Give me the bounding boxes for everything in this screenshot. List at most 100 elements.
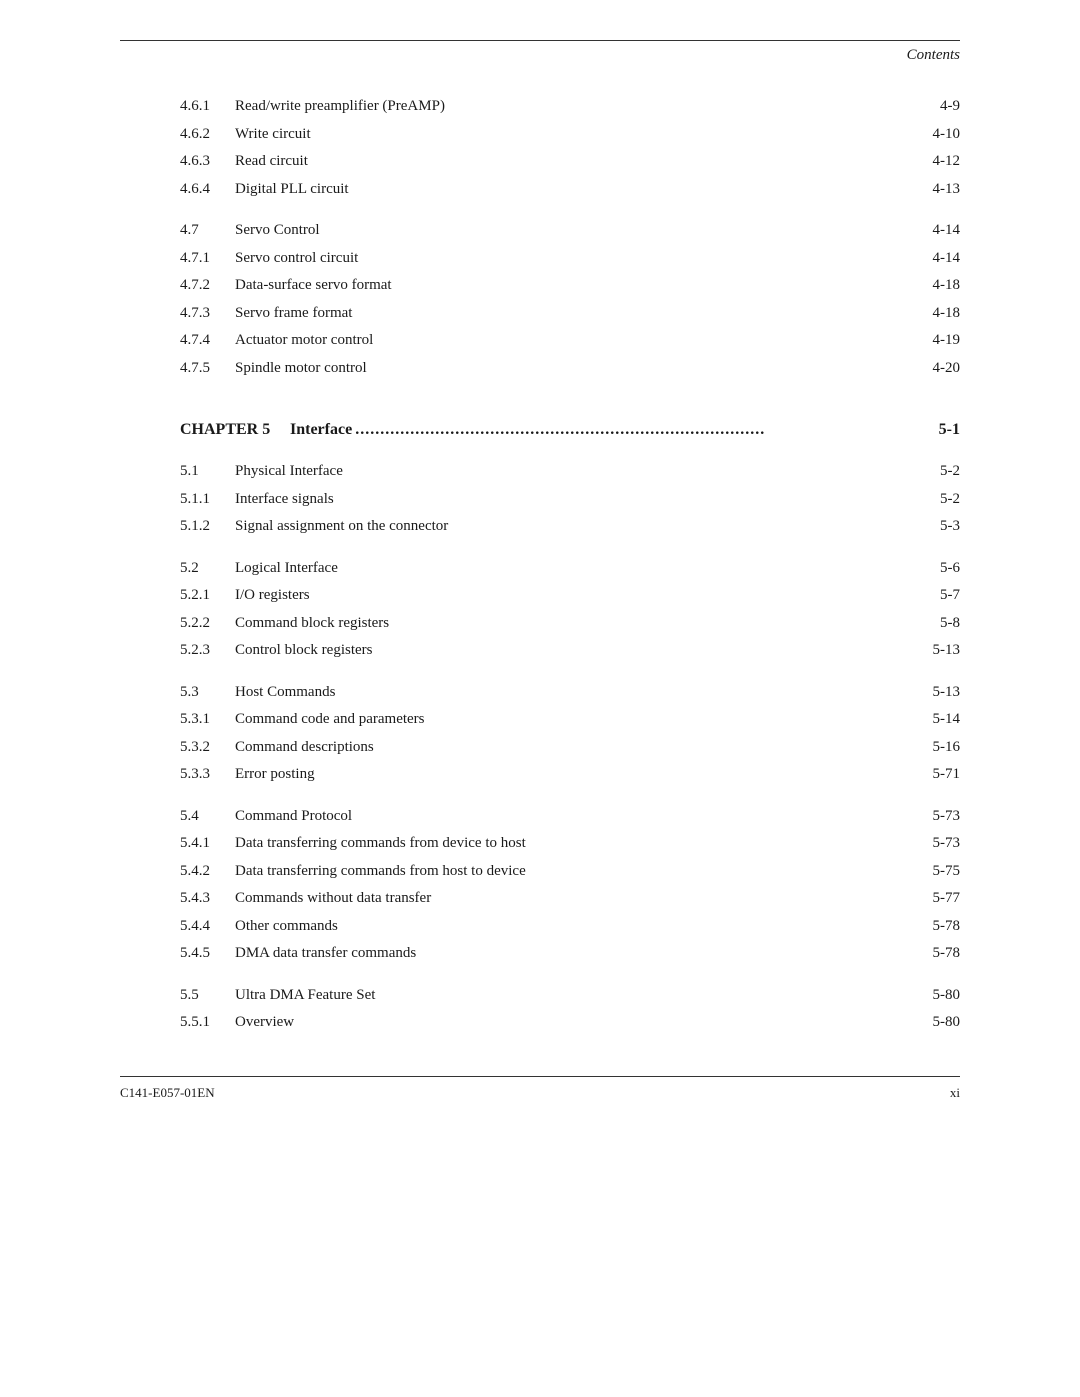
- section-label-541: Data transferring commands from device t…: [235, 831, 925, 857]
- spacer-6: [180, 790, 960, 804]
- page-num-463: 4-12: [933, 149, 961, 175]
- page-container: Contents 4.6.1 Read/write preamplifier (…: [0, 0, 1080, 1397]
- toc-entry-463: 4.6.3 Read circuit 4-12: [180, 149, 960, 175]
- chapter5-dots: ........................................…: [352, 421, 938, 439]
- page-num-55: 5-80: [933, 983, 961, 1009]
- section-label-551: Overview: [235, 1010, 925, 1036]
- page-num-511: 5-2: [940, 487, 960, 513]
- section-label-464: Digital PLL circuit: [235, 177, 925, 203]
- header-row: Contents: [120, 41, 960, 74]
- toc-entry-474: 4.7.4 Actuator motor control 4-19: [180, 328, 960, 354]
- page-num-464: 4-13: [933, 177, 961, 203]
- section-num-55: 5.5: [180, 983, 235, 1009]
- section-num-462: 4.6.2: [180, 122, 235, 148]
- toc-entry-55: 5.5 Ultra DMA Feature Set 5-80: [180, 983, 960, 1009]
- chapter5-label: Interface: [290, 421, 352, 439]
- toc-entry-541: 5.4.1 Data transferring commands from de…: [180, 831, 960, 857]
- toc-entry-53: 5.3 Host Commands 5-13: [180, 680, 960, 706]
- chapter5-page: 5-1: [939, 421, 960, 439]
- section-label-461: Read/write preamplifier (PreAMP): [235, 94, 932, 120]
- page-num-512: 5-3: [940, 514, 960, 540]
- page-num-462: 4-10: [933, 122, 961, 148]
- section-label-544: Other commands: [235, 914, 925, 940]
- toc-entry-544: 5.4.4 Other commands 5-78: [180, 914, 960, 940]
- section-label-533: Error posting: [235, 762, 925, 788]
- section-group-52: 5.2 Logical Interface 5-6 5.2.1 I/O regi…: [180, 556, 960, 664]
- page-num-551: 5-80: [933, 1010, 961, 1036]
- toc-entry-512: 5.1.2 Signal assignment on the connector…: [180, 514, 960, 540]
- page-num-522: 5-8: [940, 611, 960, 637]
- page-num-544: 5-78: [933, 914, 961, 940]
- section-label-473: Servo frame format: [235, 301, 925, 327]
- section-num-52: 5.2: [180, 556, 235, 582]
- page-num-54: 5-73: [933, 804, 961, 830]
- section-label-522: Command block registers: [235, 611, 932, 637]
- footer-page-number: xi: [950, 1085, 960, 1101]
- page-num-531: 5-14: [933, 707, 961, 733]
- spacer-2: [180, 383, 960, 397]
- toc-entry-54: 5.4 Command Protocol 5-73: [180, 804, 960, 830]
- page-num-542: 5-75: [933, 859, 961, 885]
- page-num-541: 5-73: [933, 831, 961, 857]
- section-num-463: 4.6.3: [180, 149, 235, 175]
- toc-entry-531: 5.3.1 Command code and parameters 5-14: [180, 707, 960, 733]
- toc-entry-51: 5.1 Physical Interface 5-2: [180, 459, 960, 485]
- section-num-545: 5.4.5: [180, 941, 235, 967]
- toc-entry-464: 4.6.4 Digital PLL circuit 4-13: [180, 177, 960, 203]
- section-group-55: 5.5 Ultra DMA Feature Set 5-80 5.5.1 Ove…: [180, 983, 960, 1036]
- section-num-542: 5.4.2: [180, 859, 235, 885]
- page-num-474: 4-19: [933, 328, 961, 354]
- section-num-551: 5.5.1: [180, 1010, 235, 1036]
- section-num-543: 5.4.3: [180, 886, 235, 912]
- section-group-47: 4.7 Servo Control 4-14 4.7.1 Servo contr…: [180, 218, 960, 381]
- page-num-473: 4-18: [933, 301, 961, 327]
- section-num-511: 5.1.1: [180, 487, 235, 513]
- toc-entry-471: 4.7.1 Servo control circuit 4-14: [180, 246, 960, 272]
- section-num-522: 5.2.2: [180, 611, 235, 637]
- section-label-471: Servo control circuit: [235, 246, 925, 272]
- toc-entry-523: 5.2.3 Control block registers 5-13: [180, 638, 960, 664]
- page-num-545: 5-78: [933, 941, 961, 967]
- page-num-533: 5-71: [933, 762, 961, 788]
- section-num-523: 5.2.3: [180, 638, 235, 664]
- toc-entry-462: 4.6.2 Write circuit 4-10: [180, 122, 960, 148]
- page-num-521: 5-7: [940, 583, 960, 609]
- section-label-475: Spindle motor control: [235, 356, 925, 382]
- section-label-512: Signal assignment on the connector: [235, 514, 932, 540]
- toc-entry-472: 4.7.2 Data-surface servo format 4-18: [180, 273, 960, 299]
- section-num-461: 4.6.1: [180, 94, 235, 120]
- section-label-511: Interface signals: [235, 487, 932, 513]
- toc-entry-473: 4.7.3 Servo frame format 4-18: [180, 301, 960, 327]
- section-num-475: 4.7.5: [180, 356, 235, 382]
- toc-entry-52: 5.2 Logical Interface 5-6: [180, 556, 960, 582]
- section-num-544: 5.4.4: [180, 914, 235, 940]
- spacer-3: [180, 445, 960, 459]
- section-num-533: 5.3.3: [180, 762, 235, 788]
- section-label-474: Actuator motor control: [235, 328, 925, 354]
- page-num-523: 5-13: [933, 638, 961, 664]
- section-num-521: 5.2.1: [180, 583, 235, 609]
- toc-entry-542: 5.4.2 Data transferring commands from ho…: [180, 859, 960, 885]
- section-num-474: 4.7.4: [180, 328, 235, 354]
- toc-entry-475: 4.7.5 Spindle motor control 4-20: [180, 356, 960, 382]
- toc-entry-461: 4.6.1 Read/write preamplifier (PreAMP) 4…: [180, 94, 960, 120]
- section-num-473: 4.7.3: [180, 301, 235, 327]
- section-group-54: 5.4 Command Protocol 5-73 5.4.1 Data tra…: [180, 804, 960, 967]
- section-label-51: Physical Interface: [235, 459, 932, 485]
- section-group-461: 4.6.1 Read/write preamplifier (PreAMP) 4…: [180, 94, 960, 202]
- section-num-532: 5.3.2: [180, 735, 235, 761]
- toc-entry-511: 5.1.1 Interface signals 5-2: [180, 487, 960, 513]
- section-label-542: Data transferring commands from host to …: [235, 859, 925, 885]
- spacer-5: [180, 666, 960, 680]
- page-num-543: 5-77: [933, 886, 961, 912]
- section-num-471: 4.7.1: [180, 246, 235, 272]
- page-num-475: 4-20: [933, 356, 961, 382]
- section-label-532: Command descriptions: [235, 735, 925, 761]
- page-num-51: 5-2: [940, 459, 960, 485]
- section-label-472: Data-surface servo format: [235, 273, 925, 299]
- section-num-464: 4.6.4: [180, 177, 235, 203]
- section-num-512: 5.1.2: [180, 514, 235, 540]
- chapter5-row: CHAPTER 5 Interface ....................…: [180, 421, 960, 439]
- toc-entry-47: 4.7 Servo Control 4-14: [180, 218, 960, 244]
- section-group-51: 5.1 Physical Interface 5-2 5.1.1 Interfa…: [180, 459, 960, 540]
